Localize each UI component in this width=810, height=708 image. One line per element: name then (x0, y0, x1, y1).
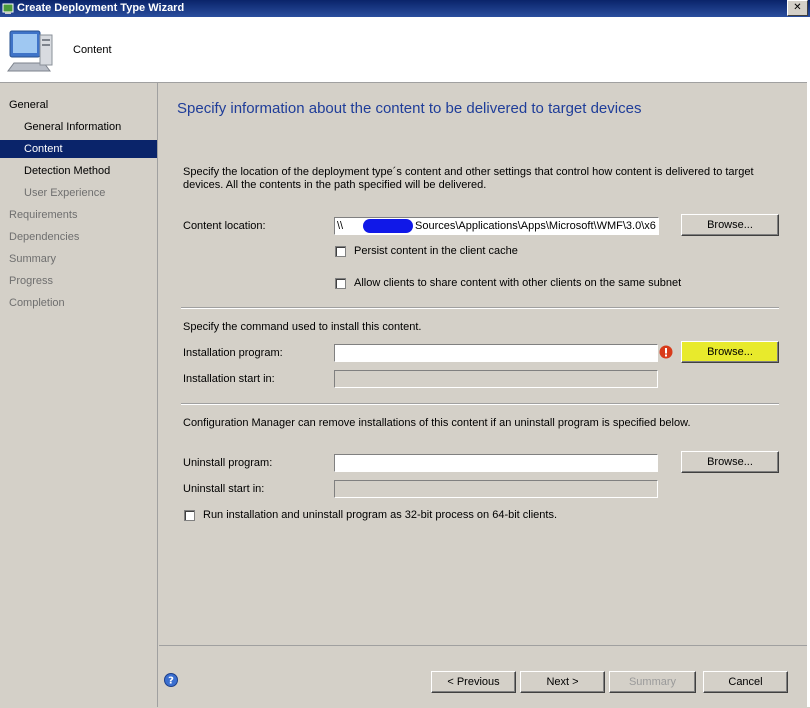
nav-item-content[interactable]: Content (0, 140, 157, 158)
run-32bit-checkbox[interactable] (184, 510, 195, 521)
content-location-label: Content location: (183, 220, 266, 232)
allow-share-label: Allow clients to share content with othe… (354, 277, 682, 289)
separator (181, 307, 779, 309)
install-section-text: Specify the command used to install this… (183, 321, 422, 333)
allow-share-checkbox[interactable] (335, 278, 346, 289)
page-title: Content (73, 44, 112, 56)
uninstall-program-input[interactable] (334, 454, 658, 472)
svg-text:?: ? (168, 676, 174, 687)
close-button[interactable]: ✕ (787, 0, 808, 16)
installation-program-browse-button[interactable]: Browse... (681, 341, 779, 363)
uninstall-program-browse-button[interactable]: Browse... (681, 451, 779, 473)
summary-button: Summary (609, 671, 696, 693)
content-location-value: Sources\Applications\Apps\Microsoft\WMF\… (415, 220, 656, 232)
wizard-nav: General General Information Content Dete… (0, 83, 158, 707)
persist-content-checkbox[interactable] (335, 246, 346, 257)
installation-program-label: Installation program: (183, 347, 283, 359)
nav-item-progress: Progress (9, 275, 54, 287)
uninstall-start-in-input[interactable] (334, 480, 658, 498)
wizard-header: Content (0, 17, 807, 83)
previous-button[interactable]: < Previous (431, 671, 516, 693)
installation-start-in-label: Installation start in: (183, 373, 275, 385)
computer-icon (7, 30, 53, 72)
page-description: Specify the location of the deployment t… (183, 166, 754, 191)
content-page: Specify information about the content to… (159, 83, 807, 643)
nav-item-general-information[interactable]: General Information (0, 118, 157, 136)
content-location-browse-button[interactable]: Browse... (681, 214, 779, 236)
installation-program-input[interactable] (334, 344, 658, 362)
nav-item-summary: Summary (9, 253, 57, 265)
run-32bit-label: Run installation and uninstall program a… (203, 509, 558, 521)
wizard-app-icon (2, 3, 14, 14)
uninstall-program-label: Uninstall program: (183, 457, 273, 469)
nav-item-requirements: Requirements (9, 209, 78, 221)
nav-item-detection-method[interactable]: Detection Method (0, 162, 157, 180)
window-title: Create Deployment Type Wizard (17, 2, 185, 14)
persist-content-label: Persist content in the client cache (354, 245, 518, 257)
content-location-input[interactable]: \\ Sources\Applications\Apps\Microsoft\W… (334, 217, 659, 235)
installation-start-in-input[interactable] (334, 370, 658, 388)
nav-item-completion: Completion (9, 297, 65, 309)
uninstall-section-text: Configuration Manager can remove install… (183, 417, 691, 429)
next-button[interactable]: Next > (520, 671, 605, 693)
error-icon (659, 345, 673, 359)
close-icon: ✕ (793, 2, 802, 13)
nav-item-dependencies: Dependencies (9, 231, 80, 243)
nav-item-general[interactable]: General (0, 96, 157, 114)
redacted-server-name (363, 219, 413, 233)
help-icon[interactable]: ? (164, 673, 178, 687)
wizard-footer: ? < Previous Next > Summary Cancel (159, 645, 807, 708)
content-location-prefix: \\ (337, 220, 344, 232)
section-heading: Specify information about the content to… (177, 100, 642, 117)
nav-item-user-experience: User Experience (24, 187, 106, 199)
uninstall-start-in-label: Uninstall start in: (183, 483, 265, 495)
cancel-button[interactable]: Cancel (703, 671, 788, 693)
separator (181, 403, 779, 405)
title-bar: Create Deployment Type Wizard ✕ (0, 0, 810, 17)
